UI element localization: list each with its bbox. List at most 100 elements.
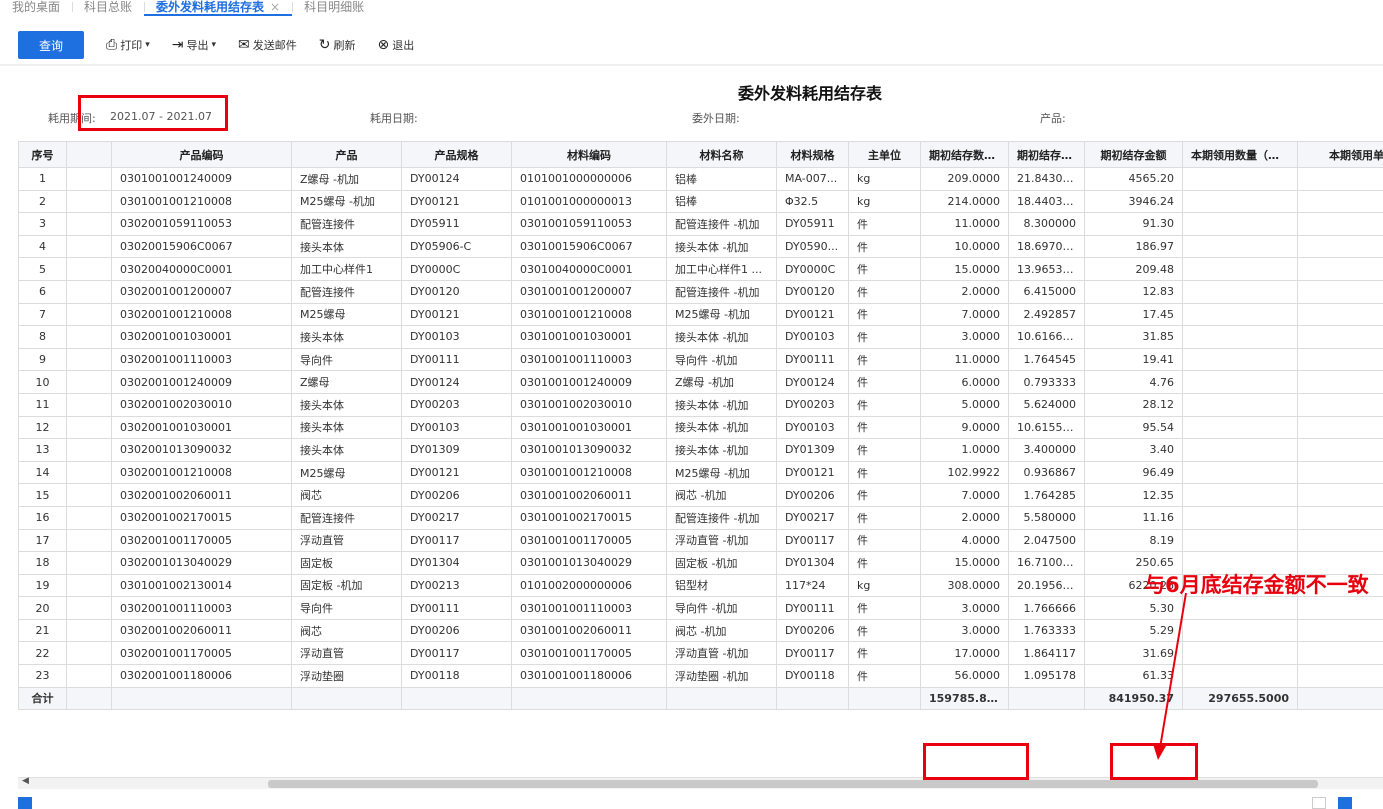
column-header[interactable]: 本期领用数量（主单 [1182,141,1298,168]
column-header[interactable]: 本期领用单价 [1297,141,1383,168]
select-all-checkbox[interactable] [18,797,32,809]
tab-my-desktop[interactable]: 我的桌面 [0,0,72,14]
column-header[interactable]: 期初结存数量 ( [920,141,1009,168]
refresh-label: 刷新 [333,39,356,52]
chevron-down-icon: ▾ [145,40,150,50]
refresh-button[interactable]: ↻ 刷新 [319,37,356,53]
table-cell [1182,415,1298,440]
annotation-text: 与6月底结存金额不一致 [1144,573,1369,597]
table-row[interactable]: 15 0302001002060011 阀芯 DY00206 0301001002060… [18,483,1383,507]
refresh-icon: ↻ [318,37,331,53]
table-row[interactable]: 20 0302001001110003 导向件 DY00111 030100100111… [18,596,1383,620]
tab-subsidiary-ledger[interactable]: 科目明细账 [292,0,376,14]
table-cell: DY00111 [401,596,512,620]
table-cell: 接头本体 [291,392,402,417]
table-cell [1182,596,1298,620]
scroll-left-icon[interactable]: ◀ [22,776,29,786]
table-cell: 5.29 [1084,618,1183,643]
table-row[interactable]: 13 0302001013090032 接头本体 DY01309 03010010130… [18,438,1383,462]
table-row[interactable]: 22 0302001001170005 浮动直管 DY00117 03010010011… [18,641,1383,666]
table-cell: DY00117 [776,528,849,553]
table-cell [66,347,112,372]
page-button-current[interactable] [1338,797,1352,809]
table-row[interactable]: 11 0302001002030010 接头本体 DY00203 03010010020… [18,392,1383,417]
exit-button[interactable]: ⊗ 退出 [377,37,414,53]
table-row[interactable]: 9 0302001001110003 导向件 DY00111 0301001001110… [18,347,1383,372]
scrollbar-thumb[interactable] [268,780,1318,788]
total-cell: 159785.8622 [920,686,1009,710]
table-cell: 0302001001170005 [111,641,292,666]
column-header[interactable]: 产品 [291,141,402,168]
table-row[interactable]: 14 0302001001210008 M25螺母 DY00121 0301001001… [18,460,1383,485]
table-cell [1182,505,1298,530]
tab-general-ledger[interactable]: 科目总账 [72,0,144,14]
column-header[interactable]: 序号 [18,141,67,168]
table-cell: 2.0000 [920,279,1009,304]
table-cell: DY05906-C [401,234,512,259]
table-cell: 2.492857 [1008,302,1085,327]
table-cell: 22 [18,641,67,666]
table-cell [1297,664,1383,688]
column-header[interactable] [66,141,112,168]
table-row[interactable]: 2 0301001001210008 M25螺母 -机加 DY00121 0101001… [18,189,1383,214]
table-cell [1182,460,1298,485]
column-header[interactable]: 期初结存金额 [1084,141,1183,168]
table-row[interactable]: 5 03020040000C0001 加工中心样件1 DY0000C 030100400… [18,257,1383,281]
table-row[interactable]: 16 0302001002170015 配管连接件 DY00217 0301001002… [18,505,1383,530]
table-row[interactable]: 6 0302001001200007 配管连接件 DY00120 03010010012… [18,279,1383,304]
table-cell: 0302001013090032 [111,438,292,462]
column-header[interactable]: 产品规格 [401,141,512,168]
table-row[interactable]: 3 0302001059110053 配管连接件 DY05911 03010010591… [18,212,1383,236]
print-label: 打印 [120,39,143,52]
table-cell: 导向件 [291,347,402,372]
print-button[interactable]: ⎙ 打印 ▾ [106,37,150,53]
table-cell [1297,167,1383,191]
table-row[interactable]: 4 03020015906C0067 接头本体 DY05906-C 0301001590… [18,234,1383,259]
send-email-button[interactable]: ✉ 发送邮件 [238,37,297,53]
total-cell [291,686,402,710]
toolbar-divider [0,64,1383,66]
table-cell: 1.764545 [1008,347,1085,372]
query-button[interactable]: 查询 [18,31,84,59]
column-header[interactable]: 主单位 [848,141,921,168]
table-row[interactable]: 21 0302001002060011 阀芯 DY00206 0301001002060… [18,618,1383,643]
table-cell: 11.0000 [920,347,1009,372]
table-cell: 8.19 [1084,528,1183,553]
table-cell: 阀芯 [291,618,402,643]
table-row[interactable]: 23 0302001001180006 浮动垫圈 DY00118 03010010011… [18,664,1383,688]
table-cell: 19.41 [1084,347,1183,372]
table-row[interactable]: 17 0302001001170005 浮动直管 DY00117 03010010011… [18,528,1383,553]
table-cell: 0301001001210008 [111,189,292,214]
table-cell: 3 [18,212,67,236]
column-header[interactable]: 期初结存单价 [1008,141,1085,168]
table-cell: 配管连接件 [291,212,402,236]
export-icon: ⇥ [171,37,184,53]
close-icon[interactable]: × [270,0,280,14]
highlight-box-period [78,95,228,131]
table-cell: 接头本体 [291,234,402,259]
column-header[interactable]: 材料编码 [511,141,667,168]
table-cell: 18.440373 [1008,189,1085,214]
table-row[interactable]: 7 0302001001210008 M25螺母 DY00121 03010010012… [18,302,1383,327]
table-cell: 03010015906C0067 [511,234,667,259]
table-cell: 0302001002170015 [111,505,292,530]
table-cell: 件 [848,618,921,643]
table-cell [1297,483,1383,507]
column-header[interactable]: 产品编码 [111,141,292,168]
table-cell: 固定板 -机加 [666,551,777,575]
table-cell: 95.54 [1084,415,1183,440]
export-button[interactable]: ⇥ 导出 ▾ [172,37,216,53]
table-row[interactable]: 10 0302001001240009 Z螺母 DY00124 030100100124… [18,370,1383,394]
table-cell: DY00206 [401,483,512,507]
table-cell: DY00203 [401,392,512,417]
table-cell: 0301001002170015 [511,505,667,530]
column-header[interactable]: 材料规格 [776,141,849,168]
page-button[interactable] [1312,797,1326,809]
column-header[interactable]: 材料名称 [666,141,777,168]
table-cell: DY00206 [776,483,849,507]
table-cell [1297,460,1383,485]
table-row[interactable]: 12 0302001001030001 接头本体 DY00103 03010010010… [18,415,1383,440]
tab-outsource-consumption-report[interactable]: 委外发料耗用结存表 × [144,0,293,16]
table-row[interactable]: 8 0302001001030001 接头本体 DY00103 030100100103… [18,325,1383,349]
table-row[interactable]: 1 0301001001240009 Z螺母 -机加 DY00124 010100100… [18,167,1383,191]
